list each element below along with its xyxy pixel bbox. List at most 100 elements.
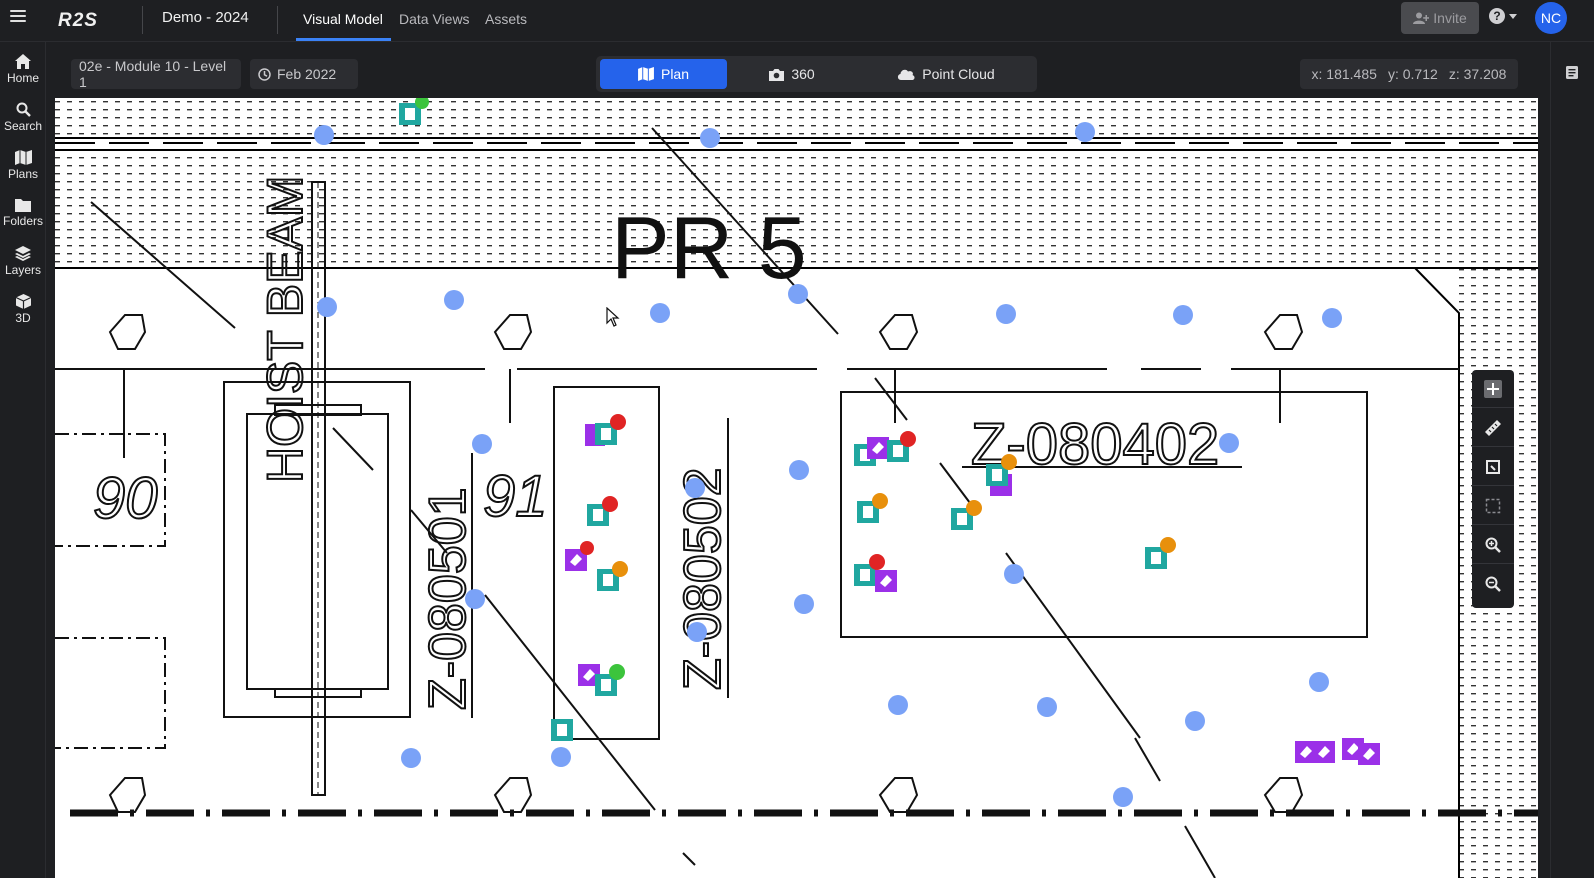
document-marker[interactable] — [857, 493, 888, 523]
capture-point[interactable] — [996, 304, 1016, 324]
sidebar-item-home[interactable]: Home — [0, 50, 46, 94]
sidebar-item-layers[interactable]: Layers — [0, 242, 46, 286]
coord-y: y: 0.712 — [1387, 66, 1438, 82]
capture-point[interactable] — [888, 695, 908, 715]
capture-point[interactable] — [401, 748, 421, 768]
capture-point[interactable] — [794, 594, 814, 614]
cursor-icon — [606, 307, 620, 327]
capture-point[interactable] — [789, 460, 809, 480]
capture-point[interactable] — [685, 478, 705, 498]
project-name[interactable]: Demo - 2024 — [162, 9, 249, 26]
mode-360-button[interactable]: 360 — [732, 59, 852, 89]
zoom-in-button[interactable] — [1472, 526, 1514, 564]
document-marker[interactable] — [951, 500, 982, 530]
crop-button[interactable] — [1472, 448, 1514, 486]
tag-marker[interactable] — [867, 437, 889, 459]
capture-point[interactable] — [1113, 787, 1133, 807]
view-toolbar: 02e - Module 10 - Level 1 Feb 2022 Plan … — [46, 42, 1550, 98]
capture-point[interactable] — [687, 622, 707, 642]
document-marker[interactable] — [887, 431, 916, 462]
cloud-icon — [898, 69, 915, 80]
mode-plan-button[interactable]: Plan — [600, 59, 727, 89]
document-marker[interactable] — [551, 719, 573, 741]
invite-label: Invite — [1433, 10, 1467, 26]
cube-icon — [15, 294, 31, 309]
date-selector[interactable]: Feb 2022 — [250, 59, 358, 89]
capture-point[interactable] — [1185, 711, 1205, 731]
date-label: Feb 2022 — [277, 66, 337, 82]
sidebar-item-plans[interactable]: Plans — [0, 146, 46, 190]
help-menu[interactable]: ? — [1489, 8, 1517, 24]
document-marker[interactable] — [587, 496, 618, 526]
document-marker[interactable] — [1145, 537, 1176, 569]
capture-point[interactable] — [1004, 564, 1024, 584]
capture-point[interactable] — [1075, 122, 1095, 142]
sidebar-item-folders[interactable]: Folders — [0, 194, 46, 238]
location-label: 02e - Module 10 - Level 1 — [79, 58, 227, 90]
coord-z: z: 37.208 — [1448, 66, 1507, 82]
add-button[interactable] — [1472, 370, 1514, 408]
mode-label: Plan — [660, 66, 690, 82]
sidebar-item-search[interactable]: Search — [0, 98, 46, 142]
capture-point[interactable] — [1322, 308, 1342, 328]
map-tool-palette — [1472, 370, 1514, 608]
capture-point[interactable] — [700, 128, 720, 148]
help-icon: ? — [1489, 8, 1505, 24]
sidebar-item-label: 3D — [15, 311, 31, 325]
capture-point[interactable] — [788, 284, 808, 304]
crop-icon — [1486, 459, 1500, 474]
tag-marker[interactable] — [1358, 743, 1380, 765]
tag-marker[interactable] — [875, 570, 897, 592]
sidebar-item-label: Plans — [7, 167, 39, 181]
document-icon[interactable] — [1566, 66, 1578, 79]
tag-marker[interactable] — [565, 541, 594, 571]
location-selector[interactable]: 02e - Module 10 - Level 1 — [71, 58, 241, 90]
drawing-label-hoist-beam: HOIST BEAM — [257, 176, 313, 483]
active-tab-indicator — [296, 38, 391, 41]
mode-point-cloud-button[interactable]: Point Cloud — [858, 59, 1034, 89]
divider — [142, 6, 143, 34]
mode-label: Point Cloud — [922, 66, 995, 82]
tab-assets[interactable]: Assets — [485, 11, 527, 27]
sidebar-item-label: Home — [6, 71, 39, 85]
tag-marker[interactable] — [1313, 741, 1335, 763]
avatar[interactable]: NC — [1535, 2, 1567, 34]
drawing-label-z080502: Z-080502 — [674, 467, 732, 690]
capture-point[interactable] — [650, 303, 670, 323]
right-rail — [1550, 42, 1594, 878]
drawing-label-grid90: 90 — [93, 466, 158, 531]
sidebar-item-3d[interactable]: 3D — [0, 290, 46, 334]
capture-point[interactable] — [317, 297, 337, 317]
capture-point[interactable] — [465, 589, 485, 609]
app-logo[interactable]: R2S — [58, 10, 98, 32]
menu-icon[interactable] — [10, 10, 26, 24]
divider — [277, 6, 278, 34]
capture-point[interactable] — [444, 290, 464, 310]
camera-icon — [769, 68, 785, 81]
coord-x: x: 181.485 — [1311, 66, 1377, 82]
capture-point[interactable] — [1037, 697, 1057, 717]
document-marker[interactable] — [597, 561, 628, 591]
map-icon — [638, 67, 654, 81]
capture-point[interactable] — [314, 125, 334, 145]
capture-point[interactable] — [1173, 305, 1193, 325]
drawing-label-pr5: PR 5 — [611, 198, 807, 297]
search-icon — [16, 102, 31, 117]
zoom-out-icon — [1485, 576, 1501, 592]
drawing-label-grid91: 91 — [483, 464, 548, 529]
measure-button[interactable] — [1472, 409, 1514, 447]
tab-data-views[interactable]: Data Views — [399, 11, 470, 27]
capture-point[interactable] — [1219, 433, 1239, 453]
capture-point[interactable] — [472, 434, 492, 454]
add-user-icon — [1413, 12, 1430, 24]
mode-label: 360 — [791, 66, 815, 82]
tab-visual-model[interactable]: Visual Model — [303, 11, 383, 27]
plan-canvas[interactable]: PR 5 HOIST BEAM 90 91 Z-080501 Z-080502 … — [55, 98, 1538, 878]
capture-point[interactable] — [551, 747, 571, 767]
zoom-out-button[interactable] — [1472, 565, 1514, 603]
capture-point[interactable] — [1309, 672, 1329, 692]
invite-button[interactable]: Invite — [1401, 2, 1479, 34]
document-marker[interactable] — [595, 414, 626, 445]
select-area-button[interactable] — [1472, 487, 1514, 525]
zoom-in-icon — [1485, 537, 1501, 553]
